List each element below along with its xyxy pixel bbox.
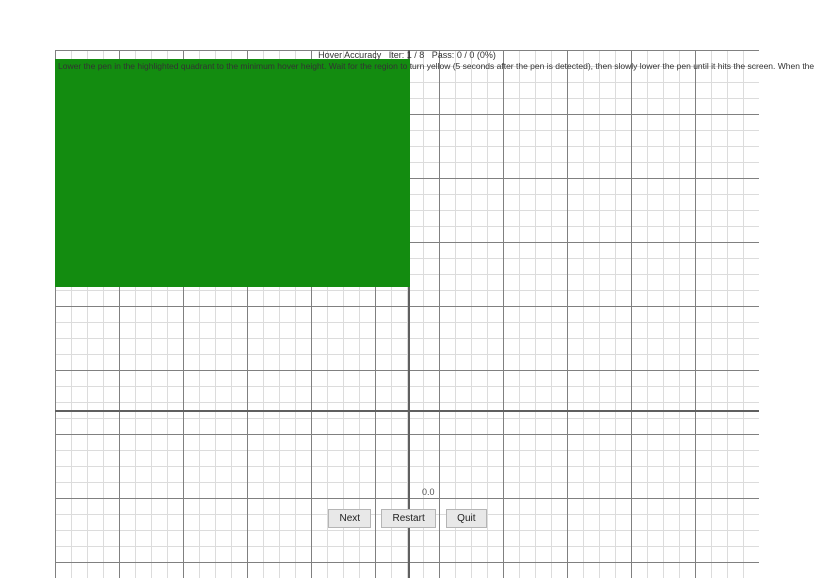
quit-button[interactable]: Quit	[446, 509, 486, 528]
next-button[interactable]: Next	[328, 509, 371, 528]
highlighted-quadrant[interactable]	[55, 59, 410, 287]
axis-horizontal	[55, 410, 759, 412]
app-stage: Hover Accuracy Iter: 1 / 8 Pass: 0 / 0 (…	[0, 0, 815, 584]
restart-button[interactable]: Restart	[381, 509, 435, 528]
axis-zero-label: 0.0	[422, 487, 435, 497]
button-row: Next Restart Quit	[0, 508, 815, 528]
